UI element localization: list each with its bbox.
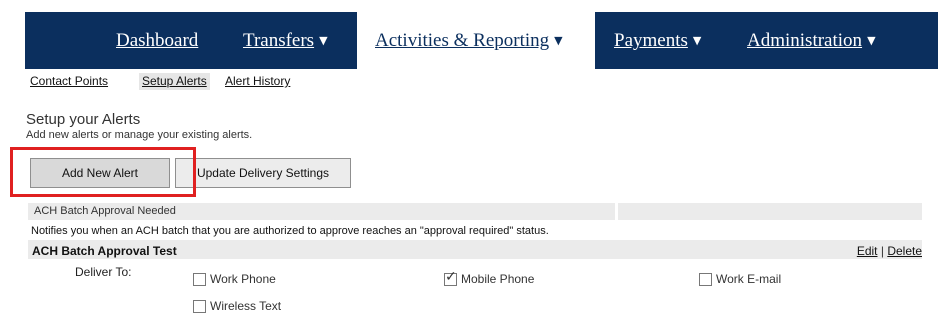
alert-type-label: ACH Batch Approval Needed [34,205,176,217]
edit-link[interactable]: Edit [857,244,878,258]
subnav-contact-points[interactable]: Contact Points [30,74,108,88]
row-divider [615,203,618,220]
mobile-phone-label: Mobile Phone [461,272,535,286]
alert-description: Notifies you when an ACH batch that you … [31,225,549,237]
nav-transfers[interactable]: Transfers ▼ [243,30,328,52]
chevron-down-icon: ▼ [867,34,876,47]
nav-dashboard-label: Dashboard [116,30,199,51]
nav-payments[interactable]: Payments ▼ [614,30,701,52]
alert-name: ACH Batch Approval Test [32,244,177,258]
work-email-checkbox[interactable]: Work E-mail [699,272,781,286]
wireless-text-checkbox[interactable]: Wireless Text [193,299,281,313]
subnav-alert-history[interactable]: Alert History [225,74,290,88]
checkbox-box[interactable] [193,272,206,286]
nav-activities-reporting-label: Activities & Reporting [375,30,550,51]
action-separator: | [880,244,884,258]
nav-payments-label: Payments [614,30,688,51]
update-delivery-settings-button[interactable]: Update Delivery Settings [175,158,351,188]
deliver-to-label: Deliver To: [75,265,132,279]
nav-activities-reporting-tab: Activities & Reporting ▼ [357,12,595,69]
page-subtitle: Add new alerts or manage your existing a… [26,129,253,141]
delete-link[interactable]: Delete [887,244,922,258]
work-email-label: Work E-mail [716,272,782,286]
nav-activities-reporting[interactable]: Activities & Reporting ▼ [375,30,563,52]
chevron-down-icon: ▼ [554,34,563,47]
nav-administration[interactable]: Administration ▼ [747,30,876,52]
highlight-box [10,147,196,197]
wireless-text-label: Wireless Text [210,299,282,313]
mobile-phone-checkbox[interactable]: Mobile Phone [444,269,535,286]
nav-administration-label: Administration [747,30,863,51]
chevron-down-icon: ▼ [692,34,702,47]
alert-actions: Edit | Delete [857,244,922,258]
page-title: Setup your Alerts [26,111,141,128]
checkbox-box-checked[interactable] [444,269,457,286]
checkbox-box[interactable] [699,272,712,286]
subnav-setup-alerts[interactable]: Setup Alerts [139,73,210,90]
chevron-down-icon: ▼ [319,34,328,47]
work-phone-checkbox[interactable]: Work Phone [193,272,276,286]
work-phone-label: Work Phone [210,272,276,286]
nav-dashboard[interactable]: Dashboard [116,30,198,52]
checkbox-box[interactable] [193,299,206,313]
nav-transfers-label: Transfers [243,30,315,51]
